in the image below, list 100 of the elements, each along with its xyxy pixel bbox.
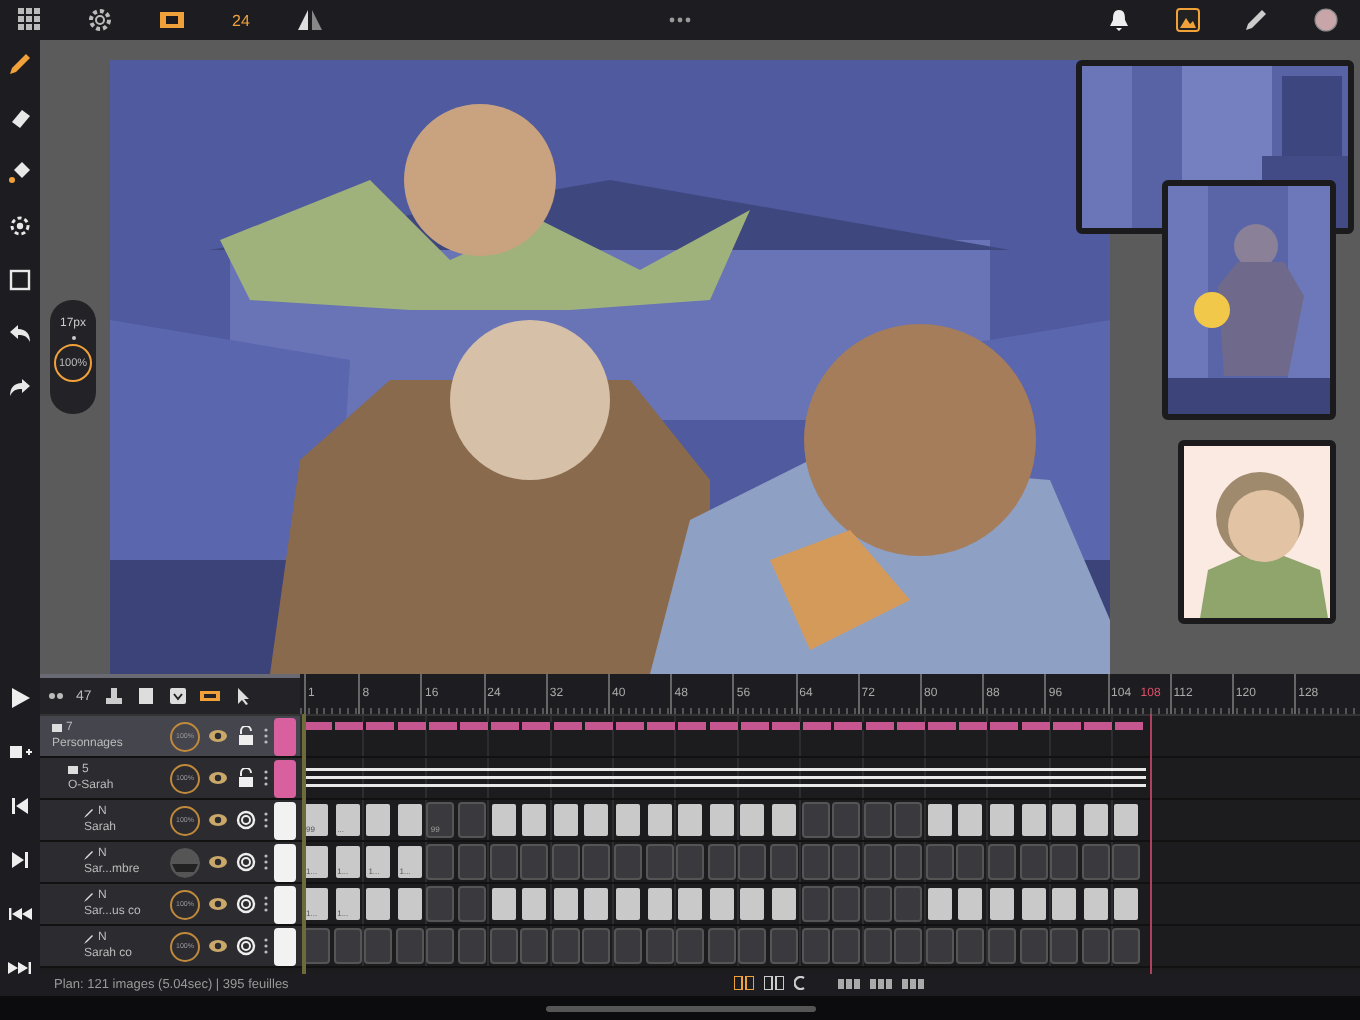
frame-cell[interactable]	[771, 846, 796, 878]
onion-skin-icon[interactable]	[236, 936, 256, 956]
frame-cell[interactable]	[304, 930, 328, 962]
frame-cell[interactable]	[491, 888, 516, 920]
frame-cell[interactable]	[522, 888, 547, 920]
frame-cell[interactable]	[740, 846, 765, 878]
eye-icon[interactable]	[208, 894, 228, 914]
frame-cell[interactable]	[1114, 930, 1139, 962]
undo-icon[interactable]	[8, 322, 32, 346]
pencil-icon[interactable]	[8, 52, 32, 76]
frame-cell[interactable]	[584, 846, 609, 878]
frame-cell[interactable]	[428, 888, 453, 920]
frame-cell[interactable]	[927, 804, 952, 836]
magic-icon[interactable]	[8, 214, 32, 238]
onion-skin-icon[interactable]	[236, 852, 256, 872]
frame-cell[interactable]	[740, 888, 765, 920]
frame-cell[interactable]	[459, 930, 484, 962]
frame-cell[interactable]	[896, 888, 921, 920]
frame-cell[interactable]	[1052, 846, 1077, 878]
frame-cell[interactable]	[865, 930, 890, 962]
frame-cell[interactable]	[459, 888, 484, 920]
frame-cell[interactable]	[522, 846, 547, 878]
frame-cell[interactable]	[1083, 888, 1108, 920]
first-frame-icon[interactable]	[8, 902, 32, 926]
frame-cell[interactable]	[771, 804, 796, 836]
frame-cell[interactable]	[397, 888, 422, 920]
play-icon[interactable]	[8, 686, 32, 710]
frame-cell[interactable]	[615, 930, 640, 962]
eye-icon[interactable]	[208, 810, 228, 830]
frame-cell[interactable]	[990, 930, 1015, 962]
frame-cell[interactable]	[1083, 804, 1108, 836]
loop-icon[interactable]	[794, 976, 806, 990]
next-frame-icon[interactable]	[8, 848, 32, 872]
frame-cell[interactable]	[927, 930, 952, 962]
frame-cell[interactable]	[678, 888, 703, 920]
onion-skin-icon[interactable]	[236, 894, 256, 914]
grid-icon[interactable]	[18, 8, 42, 32]
frame-cell[interactable]	[1114, 888, 1139, 920]
frame-cell[interactable]	[678, 930, 703, 962]
clipboard-icon[interactable]	[135, 686, 156, 706]
frame-cell[interactable]	[647, 804, 672, 836]
fill-icon[interactable]	[8, 160, 32, 184]
frame-cell[interactable]	[990, 804, 1015, 836]
bell-icon[interactable]	[1108, 8, 1130, 32]
frame-cell[interactable]	[865, 888, 890, 920]
bars-icon[interactable]	[902, 977, 924, 989]
eye-icon[interactable]	[208, 726, 228, 746]
frame-cell[interactable]	[803, 888, 827, 920]
frame-cell[interactable]	[709, 930, 734, 962]
frame-cell[interactable]	[678, 804, 703, 836]
frame-cell[interactable]	[865, 846, 890, 878]
frame-cell[interactable]	[1114, 846, 1139, 878]
frame-cell[interactable]	[834, 888, 859, 920]
frame-cell[interactable]	[553, 846, 578, 878]
frame-cell[interactable]	[553, 804, 578, 836]
frame-cell[interactable]	[615, 846, 640, 878]
film-strip-icon[interactable]	[160, 10, 184, 30]
frames-icon[interactable]	[764, 976, 784, 990]
layer-thumbnail[interactable]	[170, 847, 200, 877]
onion-skin-icon[interactable]	[48, 692, 64, 700]
frame-cell[interactable]	[990, 846, 1015, 878]
frame-cell[interactable]	[1083, 846, 1108, 878]
frame-cell[interactable]	[709, 888, 734, 920]
frame-cell[interactable]	[958, 846, 983, 878]
eye-icon[interactable]	[208, 936, 228, 956]
color-swatch-icon[interactable]	[1314, 8, 1338, 32]
frame-cell[interactable]	[927, 846, 952, 878]
frame-cell[interactable]	[834, 804, 859, 836]
frame-cell[interactable]	[366, 804, 391, 836]
frame-cell[interactable]	[896, 804, 921, 836]
frame-cell[interactable]	[896, 846, 921, 878]
frame-cell[interactable]	[1052, 804, 1077, 836]
frame-cell[interactable]	[803, 846, 827, 878]
frame-rate[interactable]: 24	[232, 11, 250, 29]
more-icon[interactable]	[668, 16, 692, 24]
frame-cell[interactable]	[709, 846, 734, 878]
unlock-icon[interactable]	[236, 768, 256, 788]
frame-cell[interactable]	[397, 804, 422, 836]
frame-cell[interactable]	[491, 930, 516, 962]
frame-cell[interactable]	[647, 888, 672, 920]
strip-icon[interactable]	[838, 977, 860, 989]
frame-cell[interactable]	[678, 846, 703, 878]
frame-cell[interactable]	[1114, 804, 1139, 836]
frame-cell[interactable]	[491, 846, 516, 878]
frame-cell[interactable]	[927, 888, 952, 920]
stamp-icon[interactable]	[103, 686, 124, 706]
frame-range-icon[interactable]	[199, 686, 220, 706]
frame-cell[interactable]	[459, 804, 484, 836]
frame-cell[interactable]	[584, 804, 609, 836]
frame-cell[interactable]	[553, 888, 578, 920]
eraser-icon[interactable]	[8, 106, 32, 130]
frame-cell[interactable]	[958, 804, 983, 836]
image-icon[interactable]	[1176, 8, 1200, 32]
frame-cell[interactable]	[803, 930, 827, 962]
frame-cell[interactable]	[834, 846, 859, 878]
frame-cell[interactable]	[958, 930, 983, 962]
frame-cell[interactable]	[397, 930, 422, 962]
frame-cell[interactable]	[771, 888, 796, 920]
frame-cell[interactable]	[1083, 930, 1108, 962]
record-frame-icon[interactable]	[8, 740, 32, 764]
